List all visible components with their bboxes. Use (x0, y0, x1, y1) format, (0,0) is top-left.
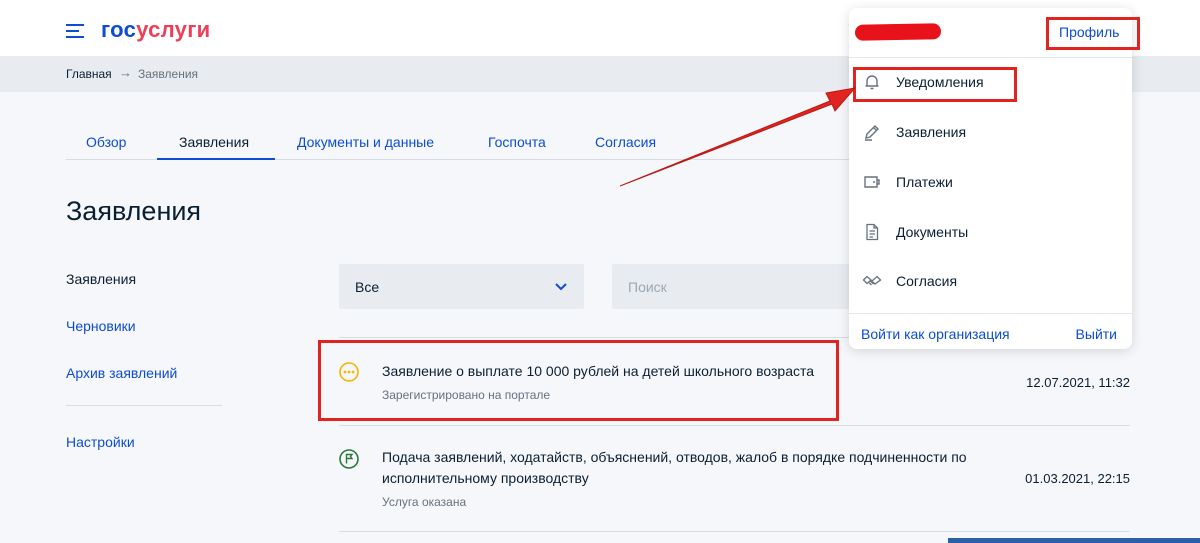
application-row[interactable]: Заявление о выплате 10 000 рублей на дет… (339, 338, 1130, 424)
redacted-username (854, 23, 942, 41)
menu-item-consents[interactable]: Согласия (849, 259, 1132, 303)
tab-applications[interactable]: Заявления (179, 134, 249, 150)
bell-icon (865, 75, 879, 90)
profile-dropdown-header: Профиль (849, 8, 1132, 58)
status-filter-value: Все (355, 279, 380, 295)
application-row[interactable]: Подача заявлений, ходатайств, объяснений… (339, 426, 1130, 532)
status-filter-select[interactable]: Все (339, 264, 584, 309)
tab-gospochta[interactable]: Госпочта (488, 134, 546, 150)
application-status: Услуга оказана (382, 495, 467, 509)
menu-item-payments[interactable]: Платежи (849, 160, 1132, 204)
sidebar-item-archive[interactable]: Архив заявлений (66, 365, 177, 381)
sidebar-item-applications[interactable]: Заявления (66, 271, 136, 287)
application-date: 01.03.2021, 22:15 (1025, 471, 1130, 486)
menu-item-documents[interactable]: Документы (849, 210, 1132, 254)
tab-overview[interactable]: Обзор (86, 134, 126, 150)
list-divider (339, 531, 1130, 532)
pending-dots-icon (339, 362, 359, 382)
profile-tabs: Обзор Заявления Документы и данные Госпо… (66, 124, 866, 160)
application-title[interactable]: Подача заявлений, ходатайств, объяснений… (382, 447, 992, 489)
menu-item-label: Заявления (896, 124, 967, 140)
menu-item-label: Уведомления (896, 74, 984, 90)
application-title[interactable]: Заявление о выплате 10 000 рублей на дет… (382, 361, 992, 382)
wallet-icon (864, 176, 880, 188)
tab-consents[interactable]: Согласия (595, 134, 656, 150)
breadcrumb-current: Заявления (138, 67, 199, 81)
profile-dropdown-menu: Профиль Уведомления Заявления Платежи До… (849, 8, 1132, 349)
sidebar-item-drafts[interactable]: Черновики (66, 318, 136, 334)
profile-dropdown-footer: Войти как организация Выйти (849, 313, 1132, 349)
menu-item-notifications[interactable]: Уведомления (849, 60, 1132, 104)
document-icon (866, 223, 879, 241)
application-status: Зарегистрировано на портале (382, 388, 551, 402)
breadcrumb-arrow-icon: → (119, 65, 132, 80)
menu-item-label: Согласия (896, 273, 958, 289)
page-title: Заявления (66, 196, 202, 226)
logout-link[interactable]: Выйти (1076, 326, 1117, 342)
handshake-icon (862, 275, 882, 286)
profile-link[interactable]: Профиль (1059, 24, 1119, 40)
active-tab-indicator (157, 158, 275, 160)
chevron-down-icon (555, 283, 567, 291)
sidebar-item-settings[interactable]: Настройки (66, 434, 135, 450)
login-as-organization-link[interactable]: Войти как организация (861, 326, 1010, 342)
menu-item-applications[interactable]: Заявления (849, 110, 1132, 154)
tab-documents-and-data[interactable]: Документы и данные (297, 134, 434, 150)
sidebar-divider (66, 405, 222, 406)
bottom-edge-bar (948, 538, 1200, 543)
application-date: 12.07.2021, 11:32 (1026, 375, 1130, 390)
breadcrumb-home[interactable]: Главная (66, 67, 112, 81)
flag-icon (339, 449, 359, 469)
gosuslugi-logo[interactable]: госуслуги (101, 17, 211, 43)
menu-item-label: Платежи (896, 174, 953, 190)
menu-item-label: Документы (896, 224, 969, 240)
pen-icon (865, 125, 879, 141)
logo-part-gos: гос (101, 17, 137, 42)
search-input[interactable] (612, 264, 862, 309)
logo-part-uslugi: услуги (136, 17, 211, 42)
menu-burger-icon[interactable] (66, 24, 84, 38)
